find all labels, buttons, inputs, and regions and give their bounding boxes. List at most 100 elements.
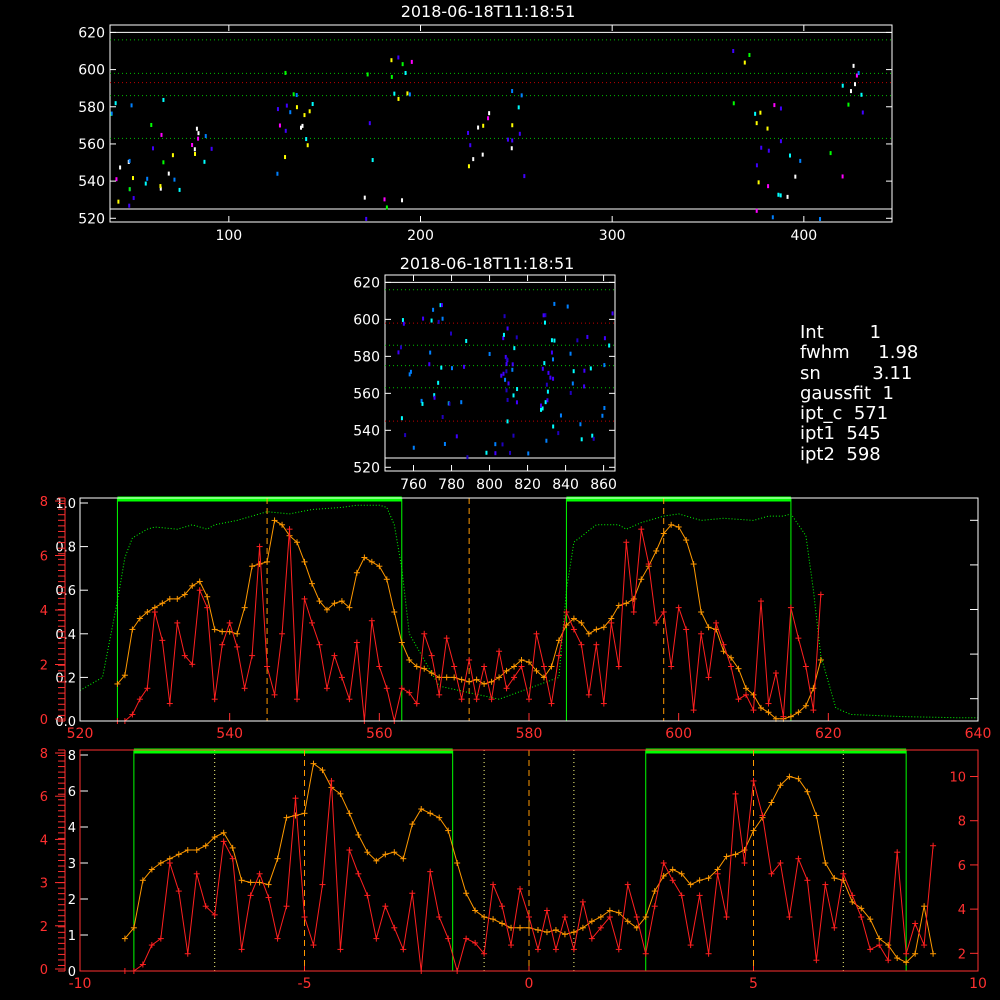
p1-y-tick-label: 520 [78,211,105,227]
p1-pixel [410,59,413,64]
p1-pixel [469,143,472,148]
p2-pixel [465,338,468,343]
p4-x-tick-label: 10 [969,976,987,992]
p1-pixel [292,92,295,97]
p4-red-tick-label: 3 [40,877,48,892]
p1-pixel [366,72,369,77]
info-int-row: Int 1 [800,322,918,343]
p2-x-tick-label: 760 [400,477,427,493]
p1-pixel [371,158,374,163]
p2-pixel [592,436,595,441]
p1-pixel [173,177,176,182]
fit-info-box: Int 1 fwhm 1.98 sn 3.11 gaussfit 1 ipt_c 571… [800,322,918,465]
p1-pixel [128,158,131,163]
info-ipt1-row: ipt1 545 [800,424,918,444]
p2-pixel [460,400,463,405]
p4-y-tick-label: 0 [68,965,76,980]
p1-pixel [841,83,844,88]
p2-pixel [437,380,440,385]
p1-pixel [385,205,388,210]
p3-x-tick-label: 580 [516,726,543,742]
p2-pixel [544,313,547,318]
p1-pixel [487,116,490,121]
panel-4-profile: -10 -5 0 5 100123468023468246810 [40,747,987,992]
p1-pixel [203,159,206,164]
p1-pixel [308,109,311,114]
p1-pixel [488,111,491,116]
p2-pixel [552,424,555,429]
p2-pixel [507,381,510,386]
info-ipt-c-label: ipt_c [800,403,843,425]
panel-3-axis-ticks: 520 540 560 580 600 620 6400.00.20.40.60.81.00… [40,495,992,742]
p2-pixel [441,316,444,321]
p1-pixel [368,121,371,126]
p2-pixel [505,362,508,367]
p1-pixel [773,103,776,108]
info-gaussfit-label: gaussfit [800,382,872,404]
p2-y-tick-label: 600 [353,312,380,328]
p1-pixel [167,171,170,176]
p4-x-tick-label: -5 [298,976,312,992]
p4-red-tick-label: 6 [40,790,48,805]
p2-pixel [557,431,560,436]
p4-y-tick-label: 4 [68,821,76,836]
p1-pixel [819,217,822,222]
p2-pixel [397,350,400,355]
p2-pixel [399,345,402,350]
p2-pixel [572,369,575,374]
p4-red-tick-label: 2 [40,920,48,935]
p1-pixel [755,208,758,213]
p2-pixel [579,422,582,427]
p1-pixel [365,216,368,221]
p2-pixel [547,370,550,375]
p2-pixel [543,361,546,366]
p1-pixel [363,195,366,200]
p3-y-tick-label: 0.0 [55,715,76,730]
p1-pixel [194,151,197,156]
p2-pixel [549,375,552,380]
p2-pixel [501,442,504,447]
p1-pixel [754,111,757,116]
p2-pixel [402,321,405,326]
p1-pixel [406,91,409,96]
p2-x-tick-label: 780 [438,477,465,493]
p1-pixel [159,184,162,189]
p1-pixel [162,160,165,165]
p2-pixel [488,351,491,356]
p3-red-tick-label: 6 [40,550,48,565]
p4-right-tick-label: 6 [958,859,966,874]
p3-y-tick-label: 1.0 [55,497,76,512]
p2-pixel [544,400,547,405]
p1-pixel [767,148,770,153]
p2-pixel [421,401,424,406]
p1-pixel [779,193,782,198]
p2-pixel [516,387,519,392]
p2-pixel [412,445,415,450]
p1-pixel [306,143,309,148]
p2-pixel [515,335,518,340]
p1-pixel [295,105,298,110]
p1-pixel [393,91,396,96]
p3-y-tick-label: 0.4 [55,628,76,643]
panel-2-title: 2018-06-18T11:18:51 [400,254,575,273]
p1-pixel [115,177,118,182]
p1-pixel [276,171,279,176]
p2-y-tick-label: 620 [353,275,380,291]
p1-pixel [144,181,147,186]
p2-pixel [545,438,548,443]
info-ipt-c-row: ipt_c 571 [800,404,918,424]
p2-x-tick-label: 860 [590,477,617,493]
p2-x-tick-label: 820 [514,477,541,493]
p1-y-tick-label: 540 [78,174,105,190]
p2-pixel [576,338,579,343]
p3-y-tick-label: 0.2 [55,671,76,686]
p1-pixel [860,92,863,97]
p1-pixel [289,110,292,115]
p3-x-tick-label: 640 [965,726,992,742]
p2-pixel [494,442,497,447]
p2-pixel [429,350,432,355]
p1-pixel [517,105,520,110]
p4-red-tick-label: 0 [40,963,48,978]
p2-pixel [448,401,451,406]
p4-x-tick-label: 0 [525,976,534,992]
